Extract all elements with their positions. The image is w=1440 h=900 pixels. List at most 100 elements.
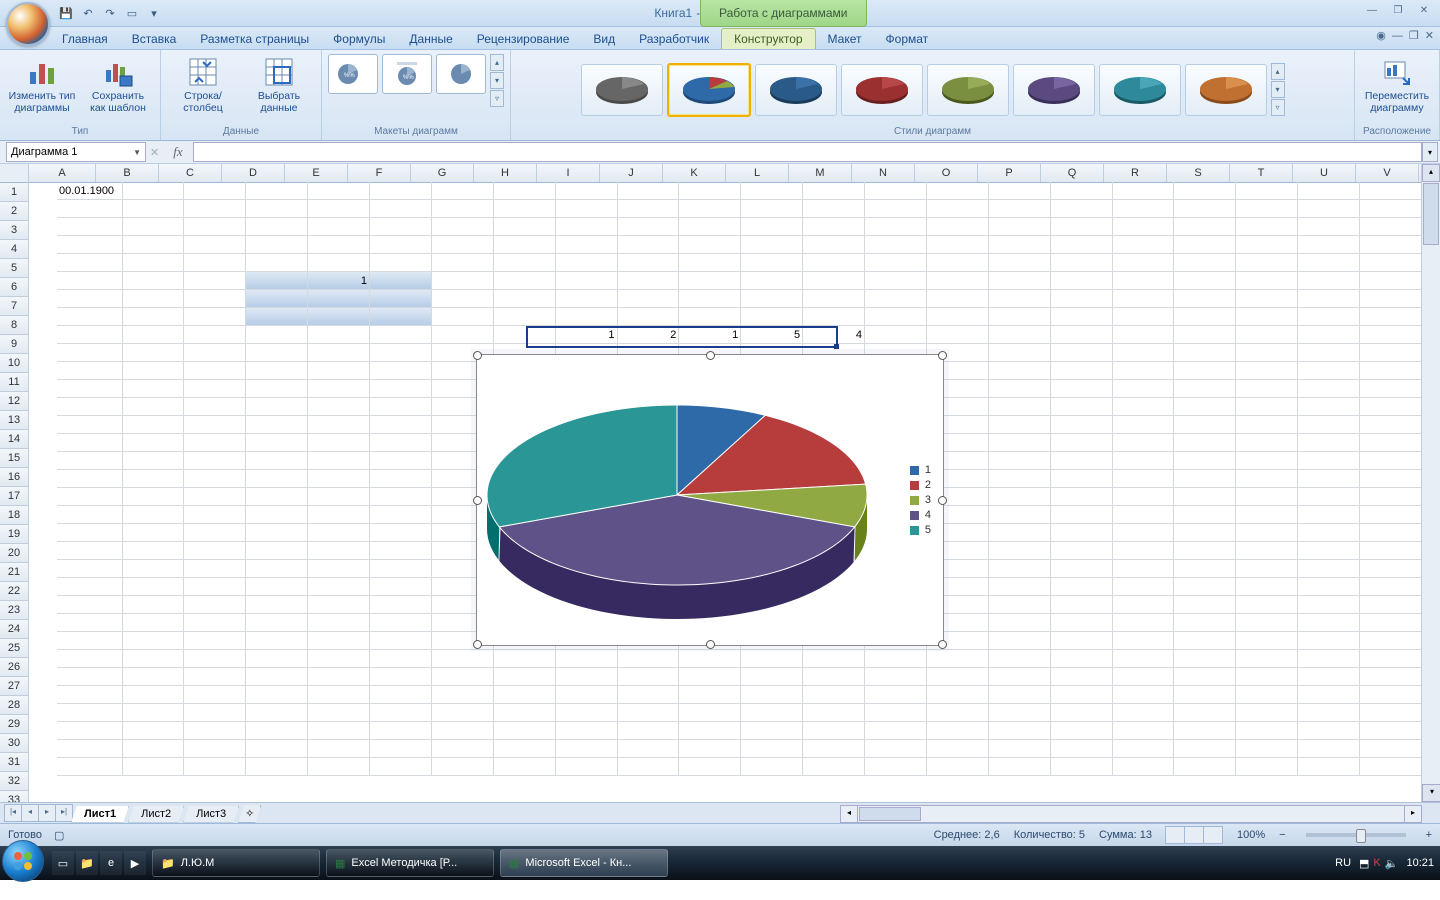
tab-review[interactable]: Рецензирование	[465, 29, 582, 49]
cell[interactable]	[741, 686, 803, 704]
row-header[interactable]: 12	[0, 392, 28, 411]
cell[interactable]	[123, 200, 185, 218]
cell[interactable]	[1236, 452, 1298, 470]
cell[interactable]	[865, 722, 927, 740]
cell[interactable]	[1360, 362, 1422, 380]
cell[interactable]	[370, 614, 432, 632]
cell[interactable]	[927, 686, 989, 704]
cell[interactable]	[1236, 398, 1298, 416]
cell[interactable]	[370, 650, 432, 668]
cell[interactable]	[1236, 650, 1298, 668]
cell[interactable]	[865, 254, 927, 272]
cell[interactable]	[1174, 578, 1236, 596]
cell[interactable]	[1113, 668, 1175, 686]
col-header[interactable]: P	[978, 164, 1041, 182]
cell[interactable]	[1051, 362, 1113, 380]
new-sheet-button[interactable]: ✧	[238, 805, 261, 823]
cell[interactable]	[184, 506, 246, 524]
cell[interactable]	[803, 290, 865, 308]
cell[interactable]	[246, 236, 308, 254]
cell[interactable]	[1174, 416, 1236, 434]
cell[interactable]	[57, 488, 123, 506]
select-all-corner[interactable]	[0, 164, 28, 183]
cell[interactable]	[123, 686, 185, 704]
cell[interactable]	[370, 722, 432, 740]
row-header[interactable]: 27	[0, 677, 28, 696]
cell[interactable]	[679, 740, 741, 758]
undo-icon[interactable]: ↶	[78, 3, 98, 23]
cell[interactable]	[927, 668, 989, 686]
cell[interactable]	[184, 452, 246, 470]
cell[interactable]	[246, 380, 308, 398]
cell[interactable]	[1174, 506, 1236, 524]
cell[interactable]	[1360, 218, 1422, 236]
cell[interactable]	[1051, 506, 1113, 524]
cell[interactable]	[246, 560, 308, 578]
cell[interactable]	[1360, 704, 1422, 722]
tray-lang[interactable]: RU	[1335, 857, 1351, 869]
cell[interactable]	[927, 254, 989, 272]
cell[interactable]	[123, 254, 185, 272]
cell[interactable]	[1236, 290, 1298, 308]
cell[interactable]	[57, 686, 123, 704]
cell[interactable]	[1113, 740, 1175, 758]
cell[interactable]	[1051, 596, 1113, 614]
cell[interactable]	[370, 236, 432, 254]
cell[interactable]	[1298, 398, 1360, 416]
tab-insert[interactable]: Вставка	[120, 29, 189, 49]
office-button[interactable]	[6, 2, 50, 46]
cell[interactable]	[803, 182, 865, 200]
cell[interactable]	[556, 668, 618, 686]
cell[interactable]	[1174, 290, 1236, 308]
cell[interactable]	[57, 362, 123, 380]
row-header[interactable]: 23	[0, 601, 28, 620]
row-header[interactable]: 14	[0, 430, 28, 449]
cell[interactable]	[1298, 542, 1360, 560]
tab-page-layout[interactable]: Разметка страницы	[188, 29, 321, 49]
cell[interactable]	[432, 236, 494, 254]
col-header[interactable]: K	[663, 164, 726, 182]
cell[interactable]	[123, 542, 185, 560]
cell[interactable]	[1298, 218, 1360, 236]
cell[interactable]	[1298, 290, 1360, 308]
cell[interactable]	[803, 740, 865, 758]
cell[interactable]	[308, 668, 370, 686]
cell[interactable]	[1051, 254, 1113, 272]
cell[interactable]	[432, 686, 494, 704]
ribbon-minimize-icon[interactable]: —	[1392, 30, 1403, 42]
cell[interactable]	[432, 218, 494, 236]
cell[interactable]	[1236, 578, 1298, 596]
cell[interactable]	[1360, 524, 1422, 542]
cell[interactable]	[989, 704, 1051, 722]
cell[interactable]	[865, 308, 927, 326]
cell[interactable]	[927, 704, 989, 722]
cell[interactable]	[1360, 200, 1422, 218]
cell[interactable]	[494, 650, 556, 668]
cell[interactable]	[370, 434, 432, 452]
cell[interactable]	[1236, 380, 1298, 398]
cell[interactable]	[1113, 380, 1175, 398]
cell[interactable]	[432, 254, 494, 272]
cell[interactable]	[989, 236, 1051, 254]
cell[interactable]	[1360, 452, 1422, 470]
cell[interactable]	[123, 308, 185, 326]
cell[interactable]	[246, 632, 308, 650]
cell[interactable]	[123, 434, 185, 452]
cell[interactable]	[308, 308, 370, 326]
cell[interactable]	[1298, 560, 1360, 578]
cell[interactable]	[1360, 470, 1422, 488]
cell[interactable]	[679, 290, 741, 308]
col-header[interactable]: G	[411, 164, 474, 182]
col-header[interactable]: D	[222, 164, 285, 182]
cell[interactable]	[308, 218, 370, 236]
cell[interactable]	[184, 488, 246, 506]
cell[interactable]	[370, 452, 432, 470]
col-header[interactable]: E	[285, 164, 348, 182]
cell[interactable]	[1298, 452, 1360, 470]
col-header[interactable]: U	[1293, 164, 1356, 182]
chart-style-6[interactable]	[1013, 64, 1095, 116]
cell[interactable]	[1298, 362, 1360, 380]
chart-style-1[interactable]	[581, 64, 663, 116]
cell[interactable]	[1236, 740, 1298, 758]
cell[interactable]	[246, 524, 308, 542]
